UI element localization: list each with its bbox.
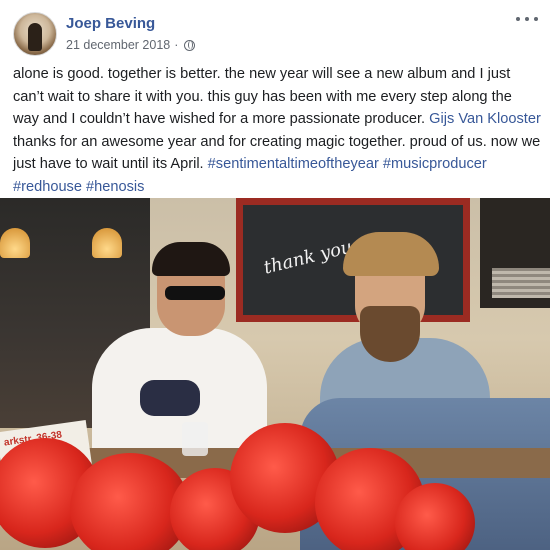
person-left-hair [152, 242, 230, 276]
person-left-sunglasses [165, 286, 225, 300]
hashtag-link[interactable]: #redhouse [13, 179, 82, 195]
mention-link[interactable]: Gijs Van Klooster [429, 111, 541, 127]
author-avatar[interactable] [13, 12, 57, 56]
meta-separator: · [174, 38, 179, 52]
person-right-hair [343, 232, 439, 276]
chalkboard-text: thank you [261, 236, 355, 279]
avatar-figure [28, 23, 42, 51]
post-header: Joep Beving 21 december 2018 · [0, 0, 550, 64]
hashtag-link[interactable]: #henosis [86, 179, 144, 195]
post-date[interactable]: 21 december 2018 [66, 38, 170, 52]
photo-vents [492, 268, 550, 298]
person-left-shirt-print [140, 380, 200, 416]
photo-lamp [92, 228, 122, 258]
globe-icon[interactable] [184, 39, 196, 51]
hashtag-link[interactable]: #sentimentaltimeoftheyear [208, 156, 379, 172]
photo-lamp [0, 228, 30, 258]
post-photo[interactable]: thank you arkstr. 36-38 [0, 198, 550, 550]
post-meta: 21 december 2018 · [66, 38, 196, 52]
photo-cup [182, 422, 208, 456]
post-text: alone is good. together is better. the n… [13, 63, 541, 198]
hashtag-link[interactable]: #musicproducer [383, 156, 487, 172]
more-options-icon[interactable] [516, 12, 538, 26]
author-name[interactable]: Joep Beving [66, 15, 155, 32]
